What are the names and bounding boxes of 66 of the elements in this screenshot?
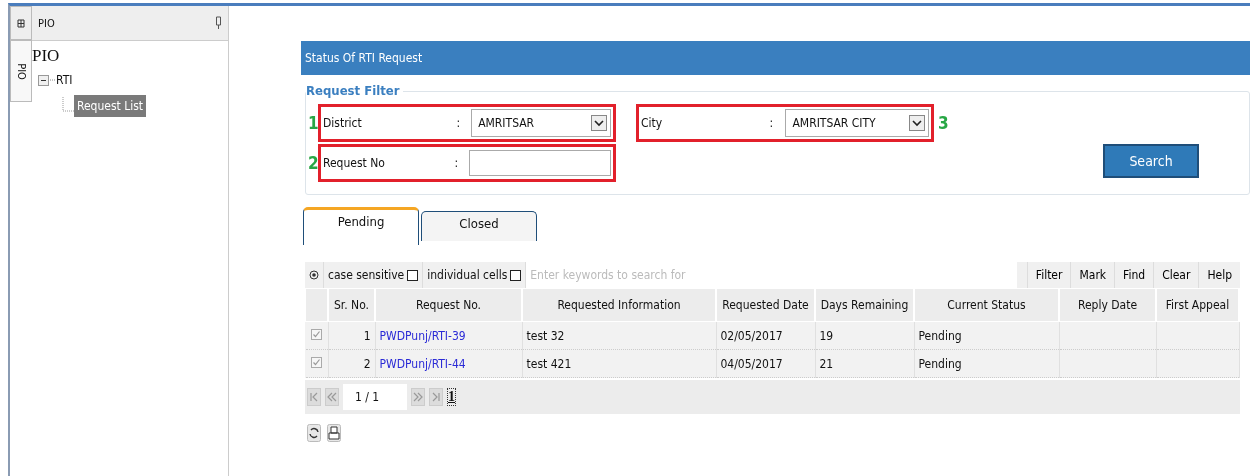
- next-page-icon[interactable]: [411, 388, 425, 406]
- dropdown[interactable]: AMRITSAR CITY: [785, 109, 929, 137]
- search-field[interactable]: Enter keywords to search for: [526, 262, 1017, 288]
- number-marker: 3: [938, 113, 948, 133]
- tab[interactable]: Pending: [303, 207, 419, 245]
- field-label: Request No: [323, 156, 386, 170]
- column-header[interactable]: First Appeal: [1156, 288, 1239, 322]
- caret-icon: [909, 115, 925, 131]
- input-field[interactable]: [469, 150, 611, 176]
- side-tab[interactable]: [10, 6, 32, 40]
- collapse-icon[interactable]: [38, 74, 49, 86]
- column-header[interactable]: Sr. No.: [328, 288, 375, 322]
- caret-icon: [591, 115, 607, 131]
- tree-item[interactable]: PIO: [32, 46, 60, 66]
- dropdown[interactable]: AMRITSAR: [471, 109, 611, 137]
- column-header[interactable]: Requested Date: [716, 288, 815, 322]
- refresh-icon[interactable]: [307, 424, 321, 442]
- field-label: District: [323, 116, 363, 130]
- tab[interactable]: Closed: [421, 211, 537, 241]
- number-marker: 2: [308, 153, 318, 173]
- colon: :: [769, 116, 775, 130]
- table-cell: Pending: [918, 356, 962, 371]
- grid-icon: [17, 18, 25, 28]
- table-cell: Pending: [918, 328, 962, 343]
- field-label: City: [641, 116, 664, 130]
- page-link[interactable]: 1: [447, 388, 456, 406]
- table-cell: test 421: [526, 356, 572, 371]
- column-header[interactable]: Request No.: [375, 288, 522, 322]
- number-marker: 1: [308, 113, 318, 133]
- request-link[interactable]: PWDPunj/RTI-44: [379, 356, 466, 371]
- page-title-bar: Status Of RTI Request: [301, 41, 1250, 75]
- tree-line: [50, 79, 56, 81]
- checkbox[interactable]: [510, 269, 522, 281]
- table-cell: 19: [819, 328, 834, 343]
- tree-item[interactable]: RTI: [56, 73, 73, 87]
- previous-page-icon[interactable]: [325, 388, 339, 406]
- column-header[interactable]: Current Status: [914, 288, 1059, 322]
- tree-connector: [62, 97, 74, 115]
- checkbox[interactable]: [407, 269, 419, 281]
- table-cell: 02/05/2017: [720, 328, 783, 343]
- table-cell: 1: [363, 328, 371, 343]
- panel-title: PIO: [38, 16, 55, 30]
- checked-checkbox[interactable]: [311, 356, 322, 368]
- table-cell: test 32: [526, 328, 565, 343]
- column-header[interactable]: Days Remaining: [815, 288, 914, 322]
- page-info: 1 / 1: [343, 384, 407, 410]
- first-page-icon[interactable]: [307, 388, 321, 406]
- tree-item[interactable]: Request List: [74, 95, 147, 117]
- colon: :: [454, 156, 460, 170]
- pin-icon[interactable]: [215, 16, 222, 30]
- option-label: individual cells: [427, 268, 508, 282]
- side-tab[interactable]: PIO: [10, 40, 32, 102]
- search-button[interactable]: Search: [1103, 144, 1199, 178]
- filter-legend: Request Filter: [306, 83, 403, 98]
- request-link[interactable]: PWDPunj/RTI-39: [379, 328, 466, 343]
- option-label: case sensitive: [328, 268, 405, 282]
- column-header[interactable]: Reply Date: [1059, 288, 1156, 322]
- radio-icon[interactable]: [309, 270, 319, 280]
- table-cell: 21: [819, 356, 834, 371]
- table-cell: 04/05/2017: [720, 356, 783, 371]
- checked-checkbox[interactable]: [311, 328, 322, 340]
- table-cell: 2: [363, 356, 371, 371]
- colon: :: [456, 116, 462, 130]
- print-icon[interactable]: [327, 424, 341, 442]
- last-page-icon[interactable]: [429, 388, 443, 406]
- column-header[interactable]: Requested Information: [522, 288, 716, 322]
